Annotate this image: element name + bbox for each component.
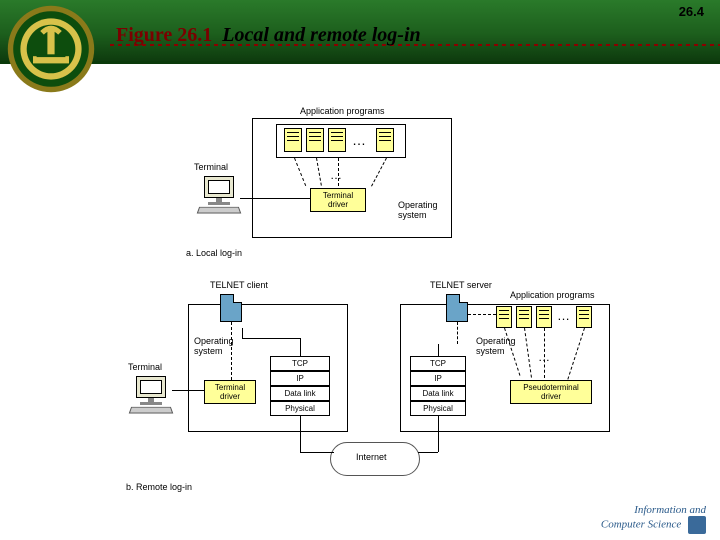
app-program-box	[536, 306, 552, 328]
diagram-area: Operating system Application programs … …	[0, 90, 720, 510]
connector	[242, 328, 243, 338]
department-logo: Information and Computer Science	[601, 505, 706, 534]
app-programs-label-b: Application programs	[510, 290, 595, 300]
terminal-driver-a: Terminal driver	[310, 188, 366, 212]
connector	[240, 198, 310, 199]
university-seal-icon	[6, 4, 96, 94]
figure-number: Figure 26.1	[116, 24, 212, 46]
connector	[172, 390, 204, 391]
os-label-a: Operating system	[398, 200, 454, 220]
app-program-box	[306, 128, 324, 152]
os-label-left: Operating system	[194, 336, 244, 356]
app-program-box	[328, 128, 346, 152]
app-program-box	[516, 306, 532, 328]
app-program-box	[376, 128, 394, 152]
datalink-box-right: Data link	[410, 386, 466, 401]
internet-label: Internet	[356, 452, 387, 462]
diagram-a-caption: a. Local log-in	[186, 248, 242, 258]
footer-badge-icon	[688, 516, 706, 534]
ip-box-left: IP	[270, 371, 330, 386]
connector	[438, 416, 439, 452]
footer-line2: Computer Science	[601, 519, 681, 531]
os-label-right: Operating system	[476, 336, 526, 356]
physical-box-right: Physical	[410, 401, 466, 416]
connector	[300, 416, 301, 452]
telnet-client-label: TELNET client	[210, 280, 268, 290]
terminal-label-a: Terminal	[194, 162, 228, 172]
figure-title: Figure 26.1 Local and remote log-in	[116, 24, 421, 47]
app-program-box	[496, 306, 512, 328]
terminal-icon	[130, 376, 176, 422]
page-number: 26.4	[679, 4, 704, 19]
datalink-box-left: Data link	[270, 386, 330, 401]
terminal-driver-b: Terminal driver	[204, 380, 256, 404]
terminal-icon	[198, 176, 244, 222]
ip-box-right: IP	[410, 371, 466, 386]
terminal-label-b: Terminal	[128, 362, 162, 372]
connector	[468, 314, 496, 315]
connector	[231, 322, 232, 380]
figure-caption: Local and remote log-in	[222, 24, 420, 46]
document-icon	[220, 294, 242, 322]
pseudoterminal-driver: Pseudoterminal driver	[510, 380, 592, 404]
app-programs-label-a: Application programs	[300, 106, 385, 116]
app-program-box	[284, 128, 302, 152]
document-icon	[446, 294, 468, 322]
connector	[242, 338, 300, 339]
connector	[544, 328, 545, 378]
connector	[418, 452, 438, 453]
telnet-server-label: TELNET server	[430, 280, 492, 290]
ellipsis: …	[330, 168, 342, 182]
connector	[457, 322, 458, 344]
connector	[338, 158, 339, 186]
ellipsis: …	[352, 132, 366, 148]
footer-line1: Information and	[634, 504, 706, 516]
tcp-box-right: TCP	[410, 356, 466, 371]
tcp-box-left: TCP	[270, 356, 330, 371]
connector	[438, 344, 439, 356]
app-program-box	[576, 306, 592, 328]
connector	[300, 338, 301, 356]
diagram-b-caption: b. Remote log-in	[126, 482, 192, 492]
connector	[300, 452, 334, 453]
physical-box-left: Physical	[270, 401, 330, 416]
ellipsis: …	[557, 308, 570, 323]
